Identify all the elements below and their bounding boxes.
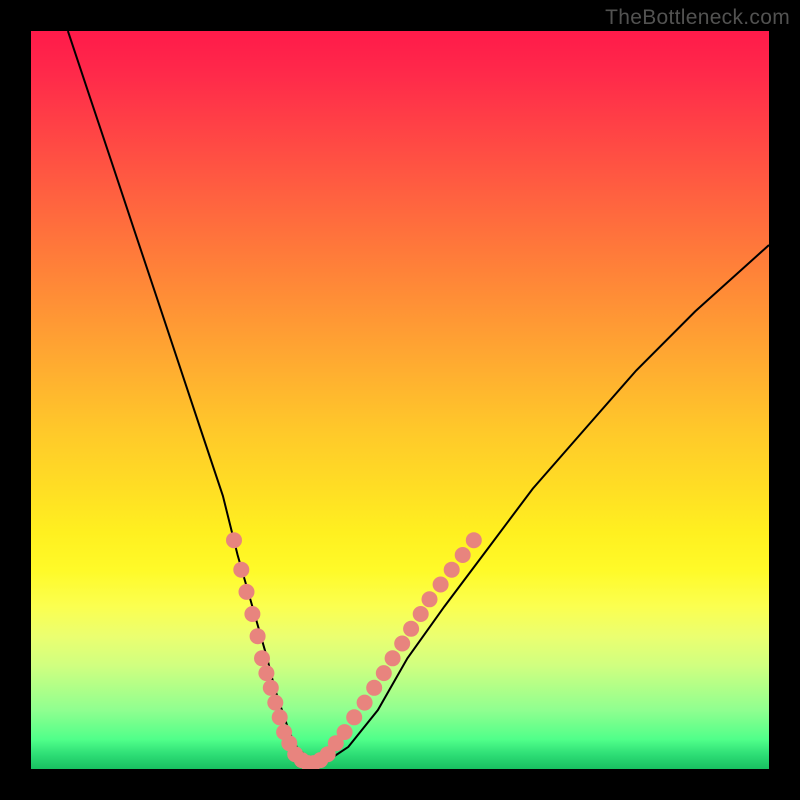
chart-gradient-plot: [31, 31, 769, 769]
watermark-text: TheBottleneck.com: [605, 6, 790, 30]
chart-svg: [31, 31, 769, 769]
bottleneck-curve: [68, 31, 769, 762]
